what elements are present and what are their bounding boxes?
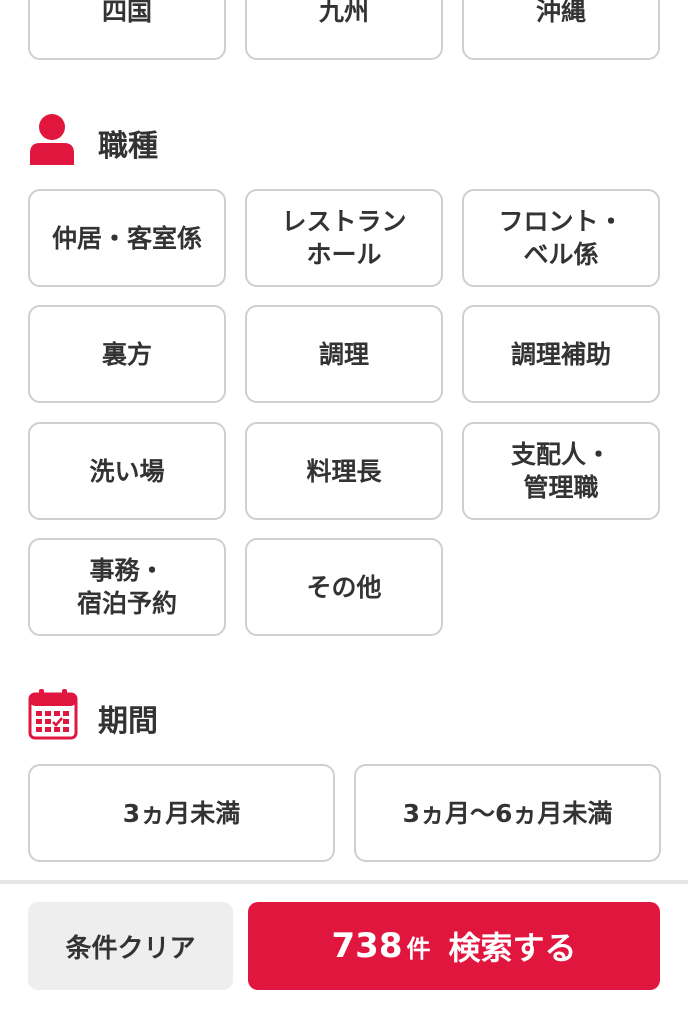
search-button-label: 検索する <box>448 929 577 967</box>
search-conditions-page: 四国 九州 沖縄 職種 仲居・客室係 レストラン ホール フロント・ ベル係 裏… <box>0 0 688 1024</box>
clear-conditions-button[interactable]: 条件クリア <box>28 902 233 990</box>
job-option-restaurant-hall[interactable]: レストラン ホール <box>245 189 443 287</box>
search-button[interactable]: 738 件 検索する <box>248 902 660 990</box>
calendar-icon <box>28 688 78 744</box>
job-option-front-bell[interactable]: フロント・ ベル係 <box>462 189 660 287</box>
period-option-under-3-months[interactable]: 3ヵ月未満 <box>28 764 335 862</box>
region-option-kyushu[interactable]: 九州 <box>245 0 443 60</box>
job-option-cook-assistant[interactable]: 調理補助 <box>462 305 660 403</box>
job-option-cook[interactable]: 調理 <box>245 305 443 403</box>
job-option-head-chef[interactable]: 料理長 <box>245 422 443 520</box>
job-option-other[interactable]: その他 <box>245 538 443 636</box>
section-title-period: 期間 <box>98 704 158 739</box>
job-option-backstage[interactable]: 裏方 <box>28 305 226 403</box>
job-option-dishwashing[interactable]: 洗い場 <box>28 422 226 520</box>
region-option-okinawa[interactable]: 沖縄 <box>462 0 660 60</box>
result-count: 738 <box>331 926 403 966</box>
job-option-nakai[interactable]: 仲居・客室係 <box>28 189 226 287</box>
job-option-office-reservation[interactable]: 事務・ 宿泊予約 <box>28 538 226 636</box>
region-option-shikoku[interactable]: 四国 <box>28 0 226 60</box>
job-option-manager[interactable]: 支配人・ 管理職 <box>462 422 660 520</box>
person-icon <box>28 113 76 169</box>
result-count-unit: 件 <box>406 934 431 963</box>
section-title-job: 職種 <box>98 129 158 164</box>
clear-conditions-label: 条件クリア <box>65 933 196 964</box>
period-option-3-to-6-months[interactable]: 3ヵ月〜6ヵ月未満 <box>354 764 661 862</box>
